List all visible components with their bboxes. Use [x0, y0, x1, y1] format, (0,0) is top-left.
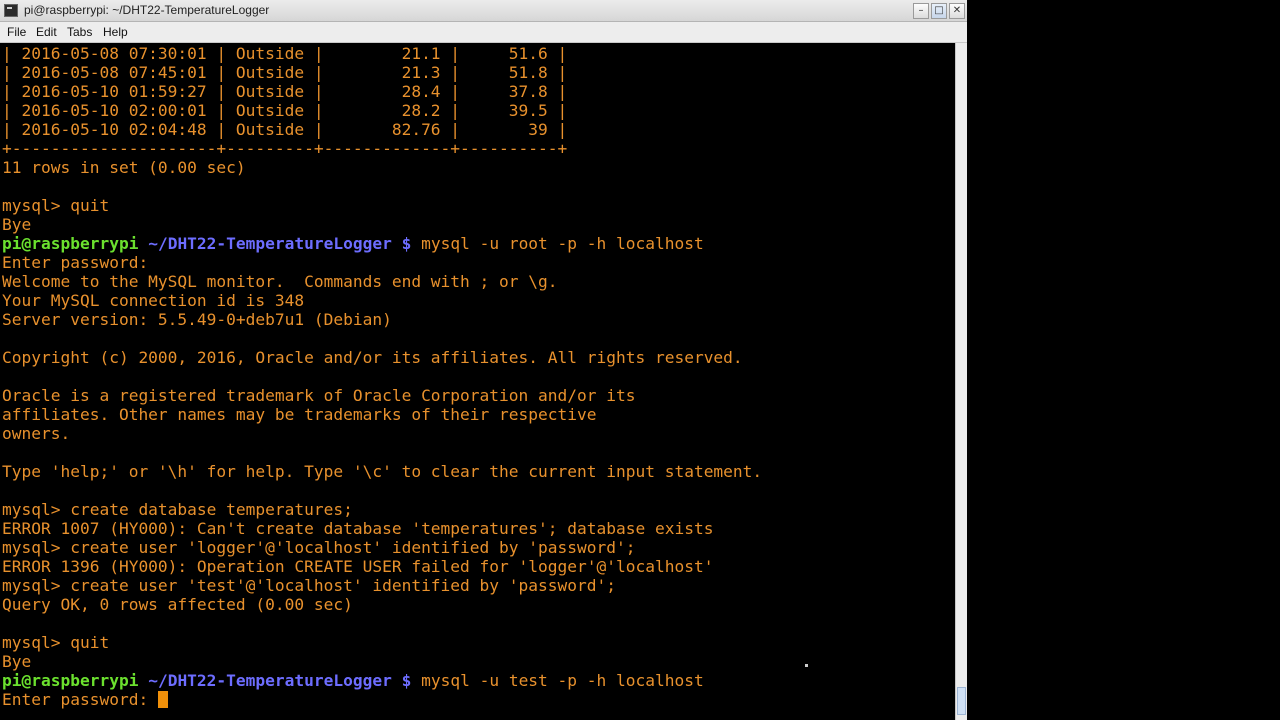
- terminal-line: Query OK, 0 rows affected (0.00 sec): [2, 595, 353, 614]
- terminal-line: ERROR 1007 (HY000): Can't create databas…: [2, 519, 714, 538]
- terminal-line: affiliates. Other names may be trademark…: [2, 405, 597, 424]
- prompt-user: pi@raspberrypi: [2, 671, 139, 690]
- prompt-path: ~/DHT22-TemperatureLogger: [148, 671, 392, 690]
- terminal-output[interactable]: | 2016-05-08 07:30:01 | Outside | 21.1 |…: [0, 43, 955, 720]
- terminal-line: Bye: [2, 215, 32, 234]
- shell-prompt-line: pi@raspberrypi ~/DHT22-TemperatureLogger…: [2, 671, 704, 690]
- terminal-line: Bye: [2, 652, 32, 671]
- shell-command: mysql -u root -p -h localhost: [421, 234, 704, 253]
- text-cursor: [157, 691, 168, 708]
- maximize-icon: □: [934, 5, 944, 16]
- minimize-icon: –: [918, 5, 924, 16]
- shell-command: mysql -u test -p -h localhost: [421, 671, 704, 690]
- prompt-symbol: $: [401, 234, 412, 253]
- prompt-symbol: $: [401, 671, 412, 690]
- terminal-line: | 2016-05-10 02:04:48 | Outside | 82.76 …: [2, 120, 568, 139]
- prompt-user: pi@raspberrypi: [2, 234, 139, 253]
- terminal-line: ERROR 1396 (HY000): Operation CREATE USE…: [2, 557, 714, 576]
- terminal-line: Enter password:: [2, 253, 149, 272]
- menu-file[interactable]: File: [7, 25, 26, 39]
- terminal-line: | 2016-05-08 07:45:01 | Outside | 21.3 |…: [2, 63, 568, 82]
- terminal-window: pi@raspberrypi: ~/DHT22-TemperatureLogge…: [0, 0, 967, 720]
- terminal-line: mysql> create user 'test'@'localhost' id…: [2, 576, 616, 595]
- close-button[interactable]: ✕: [949, 3, 965, 19]
- terminal-line: 11 rows in set (0.00 sec): [2, 158, 246, 177]
- terminal-line: Copyright (c) 2000, 2016, Oracle and/or …: [2, 348, 743, 367]
- menu-tabs[interactable]: Tabs: [67, 25, 92, 39]
- terminal-app-icon: [4, 4, 18, 17]
- terminal-line: mysql> quit: [2, 633, 110, 652]
- terminal-line: Type 'help;' or '\h' for help. Type '\c'…: [2, 462, 763, 481]
- terminal-line: mysql> create user 'logger'@'localhost' …: [2, 538, 636, 557]
- shell-prompt-line: pi@raspberrypi ~/DHT22-TemperatureLogger…: [2, 234, 704, 253]
- scrollbar-thumb[interactable]: [957, 687, 966, 715]
- terminal-line: Server version: 5.5.49-0+deb7u1 (Debian): [2, 310, 392, 329]
- minimize-button[interactable]: –: [913, 3, 929, 19]
- terminal-line: Oracle is a registered trademark of Orac…: [2, 386, 636, 405]
- close-icon: ✕: [952, 5, 962, 16]
- window-title: pi@raspberrypi: ~/DHT22-TemperatureLogge…: [24, 3, 270, 17]
- menu-help[interactable]: Help: [103, 25, 128, 39]
- menu-edit[interactable]: Edit: [36, 25, 57, 39]
- terminal-line: +---------------------+---------+-------…: [2, 139, 568, 158]
- password-input-line[interactable]: Enter password:: [2, 690, 168, 709]
- terminal-line: | 2016-05-08 07:30:01 | Outside | 21.1 |…: [2, 44, 568, 63]
- terminal-line: | 2016-05-10 02:00:01 | Outside | 28.2 |…: [2, 101, 568, 120]
- mouse-pointer-icon: [805, 664, 808, 667]
- terminal-line: mysql> create database temperatures;: [2, 500, 353, 519]
- password-prompt: Enter password:: [2, 690, 158, 709]
- maximize-button[interactable]: □: [931, 3, 947, 19]
- terminal-line: owners.: [2, 424, 71, 443]
- vertical-scrollbar[interactable]: [955, 43, 967, 720]
- terminal-line: mysql> quit: [2, 196, 110, 215]
- terminal-line: Welcome to the MySQL monitor. Commands e…: [2, 272, 558, 291]
- terminal-line: Your MySQL connection id is 348: [2, 291, 305, 310]
- terminal-line: | 2016-05-10 01:59:27 | Outside | 28.4 |…: [2, 82, 568, 101]
- title-bar[interactable]: pi@raspberrypi: ~/DHT22-TemperatureLogge…: [0, 0, 967, 22]
- prompt-path: ~/DHT22-TemperatureLogger: [148, 234, 392, 253]
- menu-bar: File Edit Tabs Help: [0, 22, 967, 43]
